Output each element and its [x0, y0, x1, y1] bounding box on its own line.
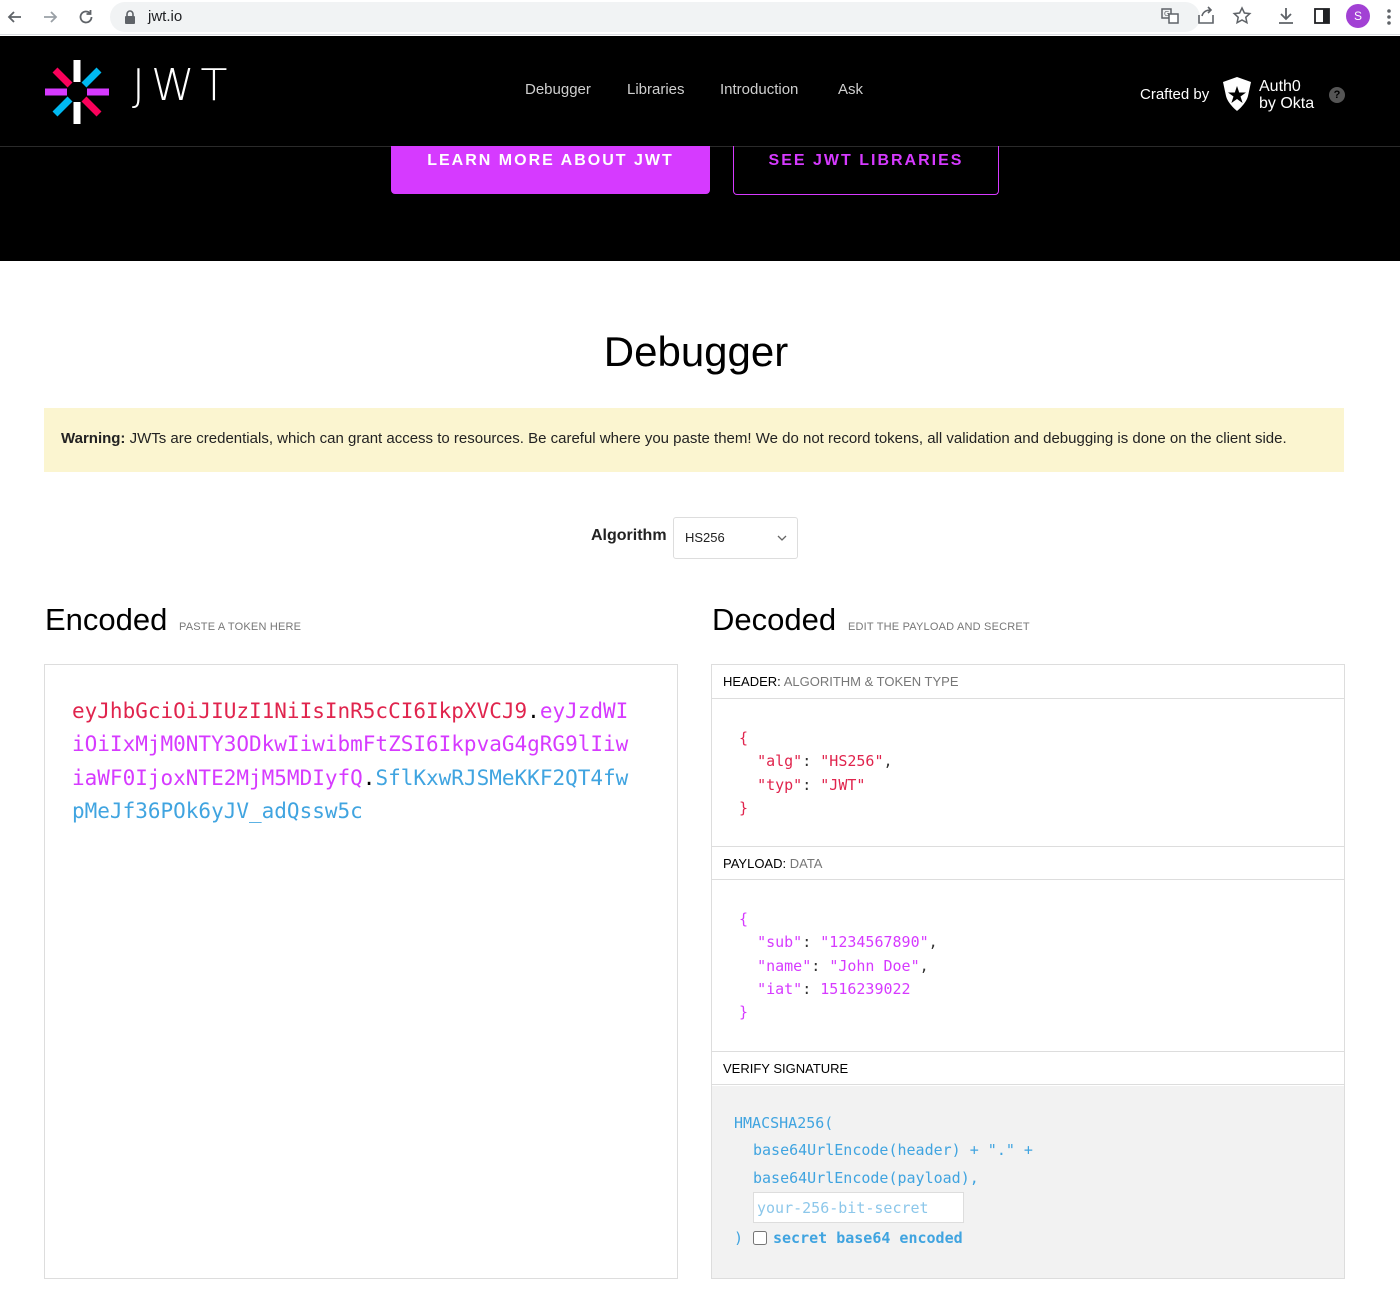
help-icon[interactable]: ? — [1329, 87, 1345, 103]
header-section-title: HEADER: ALGORITHM & TOKEN TYPE — [712, 665, 1344, 699]
share-icon[interactable] — [1196, 6, 1218, 28]
algorithm-label: Algorithm — [591, 527, 667, 544]
hmac-close-paren: ) — [734, 1229, 744, 1247]
auth0-brand[interactable]: Auth0 by Okta — [1259, 78, 1314, 112]
payload-section-label: PAYLOAD: — [723, 856, 787, 871]
decoded-title: Decoded — [712, 602, 837, 637]
browser-toolbar: jwt.io G S — [0, 0, 1400, 35]
algorithm-value: HS256 — [685, 530, 725, 545]
json-key: "sub" — [757, 933, 803, 952]
site-header: JWT Debugger Libraries Introduction Ask … — [0, 36, 1400, 146]
json-value: "HS256" — [820, 752, 884, 771]
side-panel-icon[interactable] — [1312, 6, 1334, 28]
hmac-line-payload: base64UrlEncode(payload), — [753, 1169, 979, 1187]
hmac-line-header: base64UrlEncode(header) + "." + — [753, 1141, 1033, 1159]
address-bar[interactable]: jwt.io — [110, 2, 1200, 32]
json-key: "iat" — [757, 979, 803, 998]
lock-icon — [125, 10, 135, 24]
back-icon[interactable] — [3, 5, 27, 29]
nav-libraries[interactable]: Libraries — [627, 81, 685, 98]
decoded-panel: HEADER: ALGORITHM & TOKEN TYPE { "alg": … — [711, 664, 1345, 1279]
learn-more-button[interactable]: LEARN MORE ABOUT JWT — [391, 146, 710, 194]
json-value: "JWT" — [820, 775, 866, 794]
token-dot: . — [527, 699, 540, 723]
encoded-token[interactable]: eyJhbGciOiJIUzI1NiIsInR5cCI6IkpXVCJ9.eyJ… — [72, 695, 632, 828]
json-key: "alg" — [757, 752, 803, 771]
crafted-by-label: Crafted by — [1140, 86, 1210, 103]
forward-icon[interactable] — [38, 5, 62, 29]
page-title: Debugger — [603, 328, 789, 375]
decoded-subtitle: EDIT THE PAYLOAD AND SECRET — [848, 621, 1030, 633]
translate-icon[interactable]: G — [1160, 6, 1182, 28]
warning-text: JWTs are credentials, which can grant ac… — [125, 430, 1287, 447]
reload-icon[interactable] — [74, 5, 98, 29]
menu-kebab-icon[interactable] — [1384, 6, 1394, 28]
chevron-down-icon — [777, 535, 787, 541]
brace: { — [739, 910, 749, 928]
svg-text:G: G — [1164, 10, 1169, 18]
see-libraries-button[interactable]: SEE JWT LIBRARIES — [733, 146, 999, 195]
url-text: jwt.io — [148, 8, 183, 25]
nav-debugger[interactable]: Debugger — [525, 81, 591, 98]
verify-signature-body: HMACSHA256( base64UrlEncode(header) + ".… — [712, 1086, 1344, 1278]
json-value: "John Doe" — [829, 956, 920, 975]
auth0-line2: by Okta — [1259, 95, 1315, 112]
header-section-label: HEADER: — [723, 674, 781, 689]
hmac-function: HMACSHA256( — [734, 1114, 834, 1132]
json-value: "1234567890" — [820, 933, 929, 952]
brace: } — [739, 798, 749, 817]
payload-json-editor[interactable]: { "sub": "1234567890", "name": "John Doe… — [739, 908, 938, 1024]
payload-section-desc: DATA — [786, 856, 823, 871]
algorithm-select[interactable]: HS256 — [673, 517, 798, 559]
hero-strip: LEARN MORE ABOUT JWT SEE JWT LIBRARIES — [0, 146, 1400, 261]
download-icon[interactable] — [1276, 6, 1298, 28]
bookmark-star-icon[interactable] — [1232, 6, 1254, 28]
encoded-subtitle: PASTE A TOKEN HERE — [179, 621, 302, 633]
token-header-part: eyJhbGciOiJIUzI1NiIsInR5cCI6IkpXVCJ9 — [72, 699, 528, 723]
header-section-desc: ALGORITHM & TOKEN TYPE — [780, 674, 959, 689]
encoded-title: Encoded — [45, 602, 168, 637]
warning-banner: Warning: JWTs are credentials, which can… — [44, 408, 1344, 472]
brace: } — [739, 1003, 749, 1022]
secret-input[interactable] — [753, 1192, 964, 1223]
auth0-line1: Auth0 — [1259, 78, 1301, 95]
auth0-shield-icon[interactable] — [1221, 76, 1253, 112]
json-key: "typ" — [757, 775, 803, 794]
json-value: 1516239022 — [820, 979, 911, 998]
json-key: "name" — [757, 956, 812, 975]
verify-section-label: VERIFY SIGNATURE — [723, 1061, 849, 1076]
encoded-token-editor[interactable]: eyJhbGciOiJIUzI1NiIsInR5cCI6IkpXVCJ9.eyJ… — [44, 664, 678, 1279]
header-json-editor[interactable]: { "alg": "HS256", "typ": "JWT" } — [739, 727, 893, 820]
secret-base64-label[interactable]: secret base64 encoded — [773, 1229, 963, 1247]
nav-introduction[interactable]: Introduction — [720, 81, 798, 98]
verify-section-title: VERIFY SIGNATURE — [712, 1051, 1344, 1085]
brace: { — [739, 729, 749, 747]
secret-base64-checkbox[interactable] — [753, 1231, 767, 1245]
profile-avatar[interactable]: S — [1346, 4, 1370, 28]
warning-label: Warning: — [61, 430, 126, 447]
payload-section-title: PAYLOAD: DATA — [712, 846, 1344, 880]
nav-ask[interactable]: Ask — [838, 81, 863, 98]
token-dot: . — [362, 765, 376, 790]
